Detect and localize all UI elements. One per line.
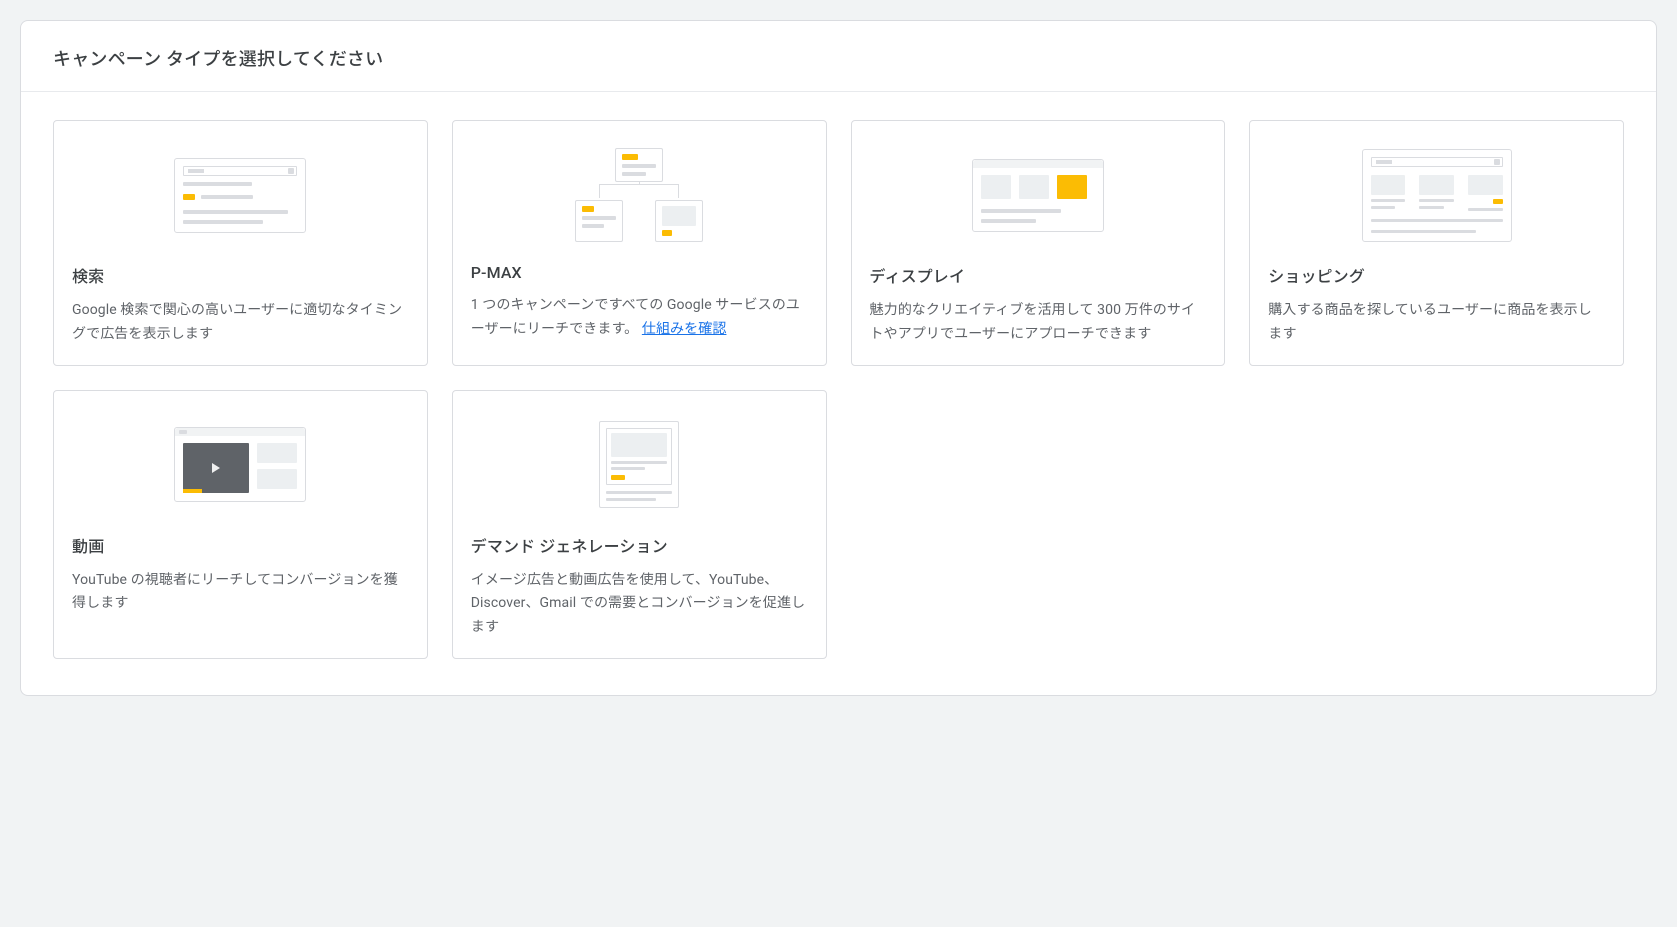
campaign-card-demand-gen[interactable]: デマンド ジェネレーション イメージ広告と動画広告を使用して、YouTube、D… [452,390,827,659]
card-desc-text: 1 つのキャンペーンですべての Google サービスのユーザーにリーチできます… [471,297,800,337]
shopping-illustration-icon [1268,139,1605,251]
learn-more-link[interactable]: 仕組みを確認 [642,321,727,337]
card-title: ディスプレイ [870,263,1207,287]
card-desc: 1 つのキャンペーンですべての Google サービスのユーザーにリーチできます… [471,294,808,342]
card-desc: YouTube の視聴者にリーチしてコンバージョンを獲得します [72,569,409,617]
display-illustration-icon [870,139,1207,251]
card-desc: 購入する商品を探しているユーザーに商品を表示します [1268,299,1605,347]
card-title: デマンド ジェネレーション [471,533,808,557]
card-title: ショッピング [1268,263,1605,287]
card-desc: Google 検索で関心の高いユーザーに適切なタイミングで広告を表示します [72,299,409,347]
pmax-illustration-icon [471,139,808,251]
card-desc: イメージ広告と動画広告を使用して、YouTube、Discover、Gmail … [471,569,808,640]
card-title: P-MAX [471,263,808,282]
cards-grid: 検索 Google 検索で関心の高いユーザーに適切なタイミングで広告を表示します… [21,92,1656,695]
campaign-card-display[interactable]: ディスプレイ 魅力的なクリエイティブを活用して 300 万件のサイトやアプリでユ… [851,120,1226,366]
campaign-card-pmax[interactable]: P-MAX 1 つのキャンペーンですべての Google サービスのユーザーにリ… [452,120,827,366]
panel-header: キャンペーン タイプを選択してください [21,21,1656,92]
campaign-card-shopping[interactable]: ショッピング 購入する商品を探しているユーザーに商品を表示します [1249,120,1624,366]
campaign-type-panel: キャンペーン タイプを選択してください 検索 Google 検索で関心の高いユー… [20,20,1657,696]
campaign-card-video[interactable]: 動画 YouTube の視聴者にリーチしてコンバージョンを獲得します [53,390,428,659]
demand-gen-illustration-icon [471,409,808,521]
search-illustration-icon [72,139,409,251]
card-title: 動画 [72,533,409,557]
card-title: 検索 [72,263,409,287]
card-desc: 魅力的なクリエイティブを活用して 300 万件のサイトやアプリでユーザーにアプロ… [870,299,1207,347]
video-illustration-icon [72,409,409,521]
panel-title: キャンペーン タイプを選択してください [53,45,1624,71]
campaign-card-search[interactable]: 検索 Google 検索で関心の高いユーザーに適切なタイミングで広告を表示します [53,120,428,366]
